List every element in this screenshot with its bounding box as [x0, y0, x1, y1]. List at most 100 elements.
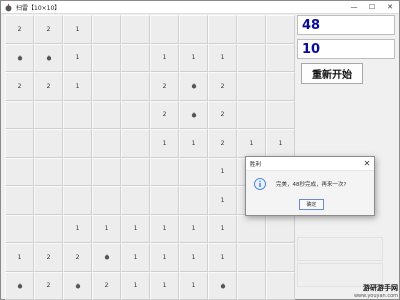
grid-cell[interactable]: 1 — [179, 43, 208, 72]
grid-cell[interactable] — [266, 100, 295, 129]
grid-cell[interactable] — [5, 186, 34, 215]
grid-cell[interactable] — [92, 15, 121, 44]
minimize-button[interactable]: — — [345, 1, 363, 14]
mine-cell[interactable] — [179, 100, 208, 129]
grid-cell[interactable]: 1 — [237, 129, 266, 158]
grid-cell[interactable]: 1 — [150, 129, 179, 158]
grid-cell[interactable]: 1 — [179, 243, 208, 272]
grid-cell[interactable]: 1 — [63, 43, 92, 72]
grid-cell[interactable] — [34, 100, 63, 129]
grid-cell[interactable]: 1 — [150, 214, 179, 243]
grid-cell[interactable] — [34, 129, 63, 158]
mine-cell[interactable] — [34, 43, 63, 72]
grid-cell[interactable] — [34, 186, 63, 215]
ok-button[interactable]: 确定 — [299, 199, 324, 210]
grid-cell[interactable] — [63, 157, 92, 186]
grid-cell[interactable] — [121, 157, 150, 186]
grid-cell[interactable]: 1 — [150, 43, 179, 72]
grid-cell[interactable]: 1 — [179, 129, 208, 158]
grid-cell[interactable] — [92, 186, 121, 215]
grid-cell[interactable]: 1 — [150, 243, 179, 272]
grid-cell[interactable]: 1 — [121, 271, 150, 300]
close-window-button[interactable]: ✕ — [381, 1, 399, 14]
grid-cell[interactable]: 2 — [34, 15, 63, 44]
grid-cell[interactable]: 2 — [208, 129, 237, 158]
grid-cell[interactable] — [121, 15, 150, 44]
restart-button[interactable]: 重新开始 — [301, 63, 363, 84]
grid-cell[interactable] — [92, 129, 121, 158]
grid-cell[interactable]: 2 — [92, 271, 121, 300]
grid-cell[interactable]: 1 — [208, 214, 237, 243]
grid-cell[interactable]: 1 — [179, 271, 208, 300]
mine-cell[interactable] — [179, 72, 208, 101]
grid-cell[interactable]: 2 — [208, 100, 237, 129]
grid-cell[interactable]: 1 — [208, 243, 237, 272]
dialog-close-button[interactable]: ✕ — [360, 157, 374, 171]
grid-cell[interactable]: 1 — [208, 43, 237, 72]
grid-cell[interactable] — [179, 157, 208, 186]
grid-cell[interactable] — [150, 186, 179, 215]
grid-cell[interactable] — [237, 43, 266, 72]
grid-cell[interactable]: 2 — [150, 72, 179, 101]
grid-cell[interactable]: 1 — [63, 72, 92, 101]
grid-cell[interactable]: 1 — [208, 157, 237, 186]
maximize-button[interactable]: ☐ — [363, 1, 381, 14]
grid-cell[interactable]: 2 — [34, 271, 63, 300]
grid-cell[interactable] — [237, 15, 266, 44]
mine-cell[interactable] — [63, 271, 92, 300]
grid-cell[interactable]: 2 — [5, 72, 34, 101]
grid-cell[interactable] — [63, 129, 92, 158]
grid-cell[interactable]: 2 — [63, 243, 92, 272]
grid-cell[interactable]: 1 — [266, 129, 295, 158]
grid-cell[interactable] — [150, 157, 179, 186]
grid-cell[interactable] — [5, 214, 34, 243]
grid-cell[interactable] — [34, 214, 63, 243]
grid-cell[interactable] — [237, 100, 266, 129]
mine-cell[interactable] — [208, 271, 237, 300]
grid-cell[interactable]: 2 — [208, 72, 237, 101]
grid-cell[interactable]: 1 — [121, 214, 150, 243]
grid-cell[interactable]: 1 — [63, 15, 92, 44]
grid-cell[interactable] — [150, 15, 179, 44]
grid-cell[interactable] — [179, 15, 208, 44]
grid-cell[interactable]: 1 — [63, 214, 92, 243]
grid-cell[interactable]: 1 — [5, 243, 34, 272]
grid-cell[interactable] — [237, 214, 266, 243]
grid-cell[interactable]: 2 — [5, 15, 34, 44]
grid-cell[interactable] — [179, 186, 208, 215]
grid-cell[interactable] — [208, 15, 237, 44]
grid-cell[interactable] — [237, 243, 266, 272]
grid-cell[interactable] — [266, 214, 295, 243]
grid-cell[interactable]: 1 — [92, 214, 121, 243]
grid-cell[interactable] — [5, 100, 34, 129]
grid-cell[interactable] — [121, 186, 150, 215]
mine-cell[interactable] — [92, 243, 121, 272]
grid-cell[interactable]: 2 — [150, 100, 179, 129]
grid-cell[interactable] — [92, 157, 121, 186]
grid-cell[interactable] — [5, 129, 34, 158]
grid-cell[interactable] — [121, 43, 150, 72]
grid-cell[interactable] — [266, 43, 295, 72]
grid-cell[interactable]: 1 — [208, 186, 237, 215]
grid-cell[interactable]: 1 — [179, 214, 208, 243]
grid-cell[interactable] — [121, 100, 150, 129]
grid-cell[interactable] — [92, 43, 121, 72]
grid-cell[interactable] — [266, 15, 295, 44]
grid-cell[interactable] — [121, 72, 150, 101]
grid-cell[interactable] — [266, 72, 295, 101]
grid-cell[interactable] — [92, 72, 121, 101]
grid-cell[interactable] — [237, 72, 266, 101]
grid-cell[interactable]: 1 — [150, 271, 179, 300]
mine-cell[interactable] — [5, 271, 34, 300]
grid-cell[interactable] — [5, 157, 34, 186]
grid-cell[interactable] — [63, 100, 92, 129]
grid-cell[interactable]: 1 — [121, 243, 150, 272]
grid-cell[interactable] — [121, 129, 150, 158]
grid-cell[interactable] — [237, 271, 266, 300]
grid-cell[interactable] — [266, 271, 295, 300]
grid-cell[interactable]: 2 — [34, 243, 63, 272]
grid-cell[interactable] — [266, 243, 295, 272]
mine-cell[interactable] — [5, 43, 34, 72]
grid-cell[interactable] — [92, 100, 121, 129]
grid-cell[interactable] — [63, 186, 92, 215]
